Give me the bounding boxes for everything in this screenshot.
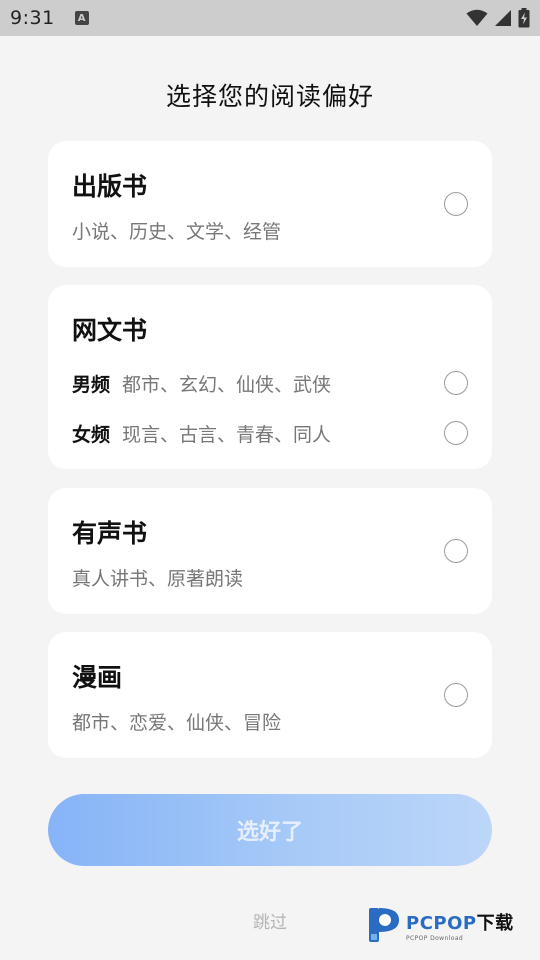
- card-desc: 小说、历史、文学、经管: [72, 221, 282, 243]
- card-desc: 真人讲书、原著朗读: [72, 568, 244, 590]
- watermark-suffix: 下载: [476, 912, 514, 934]
- card-title: 出版书: [72, 172, 148, 201]
- status-bar: 9:31 A: [0, 0, 540, 36]
- card-title: 网文书: [72, 316, 148, 345]
- radio-audiobooks[interactable]: [444, 539, 468, 563]
- card-title: 有声书: [72, 519, 148, 548]
- status-icons: [466, 8, 530, 28]
- card-desc: 都市、恋爱、仙侠、冒险: [72, 712, 282, 734]
- sub-desc-male: 都市、玄幻、仙侠、武侠: [122, 373, 332, 396]
- sub-desc-female: 现言、古言、青春、同人: [122, 423, 332, 446]
- sub-label-male: 男频: [72, 373, 111, 396]
- cell-signal-icon: [495, 10, 511, 26]
- card-publishing-books[interactable]: 出版书 小说、历史、文学、经管: [48, 141, 492, 267]
- status-time: 9:31: [10, 7, 55, 29]
- card-comics[interactable]: 漫画 都市、恋爱、仙侠、冒险: [48, 632, 492, 758]
- radio-comics[interactable]: [444, 683, 468, 707]
- watermark-brand: PCPOP: [406, 912, 477, 934]
- pcpop-logo-icon: [369, 908, 399, 942]
- sub-row-male[interactable]: 男频 都市、玄幻、仙侠、武侠: [72, 368, 468, 398]
- watermark-tagline: PCPOP Download: [406, 934, 464, 942]
- radio-male-channel[interactable]: [444, 371, 468, 395]
- battery-charging-icon: [518, 8, 530, 28]
- watermark-logo: PCPOP下载 PCPOP Download: [366, 904, 514, 946]
- confirm-button[interactable]: 选好了: [48, 794, 492, 866]
- sub-label-female: 女频: [72, 423, 111, 446]
- card-web-novels: 网文书 男频 都市、玄幻、仙侠、武侠 女频 现言、古言、青春、同人: [48, 285, 492, 469]
- radio-publishing-books[interactable]: [444, 192, 468, 216]
- wifi-icon: [466, 9, 488, 26]
- page-title: 选择您的阅读偏好: [165, 82, 374, 111]
- notification-icon: A: [74, 11, 89, 25]
- sub-row-female[interactable]: 女频 现言、古言、青春、同人: [72, 418, 468, 448]
- card-title: 漫画: [72, 663, 123, 692]
- card-audiobooks[interactable]: 有声书 真人讲书、原著朗读: [48, 488, 492, 614]
- radio-female-channel[interactable]: [444, 421, 468, 445]
